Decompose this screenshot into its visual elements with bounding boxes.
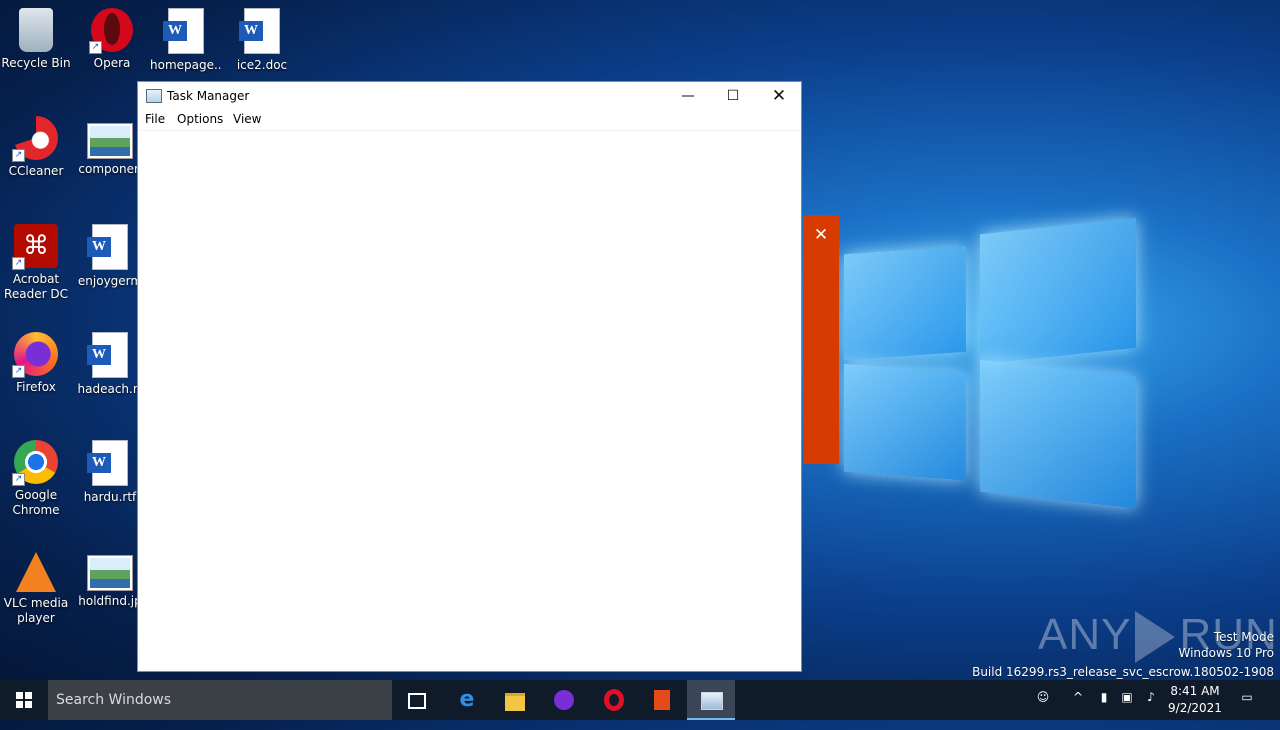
taskbar-file-explorer[interactable] (491, 680, 539, 720)
desktop-icon-ice2[interactable]: W ice2.doc (226, 8, 298, 73)
windows-logo-icon (16, 692, 32, 708)
desktop-icon-label: hardu.rtf (83, 490, 137, 504)
taskbar-task-manager[interactable] (687, 680, 735, 720)
taskbar-edge[interactable]: e (443, 680, 491, 720)
desktop-icon-holdfind[interactable]: holdfind.jp (74, 548, 146, 609)
close-button[interactable]: ✕ (756, 82, 802, 110)
menu-options[interactable]: Options (177, 112, 223, 126)
desktop-icon-label: Recycle Bin (1, 56, 71, 70)
task-view-icon (408, 693, 426, 709)
desktop-icon-vlc[interactable]: VLC media player (0, 548, 72, 626)
desktop-icon-label: ice2.doc (236, 58, 288, 72)
window-title: Task Manager (167, 89, 250, 103)
chevron-up-icon[interactable]: ^ (1068, 690, 1088, 730)
vlc-icon (16, 552, 56, 592)
people-icon[interactable]: ☺ (1030, 690, 1056, 730)
acrobat-icon: ⌘ ↗ (12, 224, 58, 270)
menu-bar: File Options View (138, 110, 801, 131)
office-icon (654, 690, 670, 710)
desktop-icon-homepage[interactable]: W homepage... (150, 8, 222, 73)
test-mode-text: Test Mode (1213, 630, 1274, 644)
window-content-area (138, 131, 801, 671)
opera-icon: ↗ (89, 8, 133, 54)
taskbar: Search Windows e ☺ ^ ▮ ▣ ♪ 8:41 AM 9/2/2… (0, 680, 1280, 720)
image-file-icon (88, 124, 132, 158)
task-manager-icon (146, 89, 162, 103)
desktop-icon-label: homepage... (150, 58, 222, 72)
watermark-logo-left: ANY (1038, 610, 1132, 659)
desktop-icon-acrobat[interactable]: ⌘ ↗ Acrobat Reader DC (0, 224, 72, 302)
taskbar-opera[interactable] (589, 680, 637, 720)
chrome-icon: ↗ (12, 440, 58, 486)
desktop-icon-firefox[interactable]: ↗ Firefox (0, 332, 72, 395)
desktop-icon-hardu[interactable]: W hardu.rtf (74, 440, 146, 505)
clock-time: 8:41 AM (1170, 684, 1220, 698)
desktop-icon-label: CCleaner (8, 164, 64, 178)
desktop-icon-label: componen (78, 162, 142, 176)
build-text: Build 16299.rs3_release_svc_escrow.18050… (972, 665, 1274, 679)
desktop-icon-label: enjoygerm (77, 274, 143, 288)
start-button[interactable] (0, 680, 48, 720)
title-bar[interactable]: Task Manager — ☐ ✕ (138, 82, 801, 110)
task-manager-icon (701, 692, 723, 710)
desktop-icon-chrome[interactable]: ↗ Google Chrome (0, 440, 72, 518)
menu-file[interactable]: File (145, 112, 165, 126)
firefox-icon (554, 690, 574, 710)
network-icon[interactable]: ▣ (1116, 690, 1138, 730)
wallpaper-windows-logo (830, 210, 1150, 510)
search-box[interactable]: Search Windows (48, 680, 392, 720)
taskbar-office[interactable] (638, 680, 686, 720)
search-placeholder: Search Windows (56, 692, 172, 708)
firefox-icon: ↗ (12, 332, 58, 378)
battery-icon[interactable]: ▮ (1094, 690, 1114, 730)
taskbar-firefox[interactable] (540, 680, 588, 720)
side-panel-close-button[interactable]: ✕ (803, 225, 839, 245)
image-file-icon (88, 556, 132, 590)
desktop-icon-label: Opera (93, 56, 131, 70)
desktop-icon-componen[interactable]: componen (74, 116, 146, 177)
folder-icon (505, 693, 525, 711)
minimize-button[interactable]: — (665, 82, 711, 110)
play-icon (1135, 611, 1176, 664)
desktop-icon-label: Firefox (16, 380, 56, 394)
ccleaner-icon: ↗ (12, 116, 58, 162)
desktop-icon-enjoygerm[interactable]: W enjoygerm (74, 224, 146, 289)
windows-edition-text: Windows 10 Pro (1178, 646, 1274, 660)
desktop-icon-hadeach[interactable]: W hadeach.rt (74, 332, 146, 397)
system-clock[interactable]: 8:41 AM 9/2/2021 (1162, 683, 1228, 717)
menu-view[interactable]: View (233, 112, 261, 126)
desktop-icon-ccleaner[interactable]: ↗ CCleaner (0, 116, 72, 179)
volume-icon[interactable]: ♪ (1140, 690, 1162, 730)
word-document-icon: W (87, 224, 128, 270)
opera-icon (604, 689, 624, 711)
word-document-icon: W (87, 332, 128, 378)
desktop-icon-label: hadeach.rt (77, 382, 143, 396)
side-panel: ✕ (803, 215, 839, 464)
desktop-icon-label: VLC media player (3, 596, 69, 625)
task-manager-window[interactable]: Task Manager — ☐ ✕ File Options View (137, 81, 802, 672)
desktop-icon-opera[interactable]: ↗ Opera (76, 8, 148, 71)
desktop-icon-label: Acrobat Reader DC (4, 272, 68, 301)
task-view-button[interactable] (392, 680, 440, 720)
word-document-icon: W (163, 8, 204, 54)
maximize-button[interactable]: ☐ (710, 82, 756, 110)
word-document-icon: W (87, 440, 128, 486)
clock-date: 9/2/2021 (1168, 701, 1222, 715)
desktop-icon-label: Google Chrome (12, 488, 60, 517)
edge-icon: e (459, 687, 475, 712)
recycle-bin-icon (19, 8, 53, 52)
desktop-icon-recycle-bin[interactable]: Recycle Bin (0, 8, 72, 71)
word-document-icon: W (239, 8, 280, 54)
desktop-icon-label: holdfind.jp (78, 594, 142, 608)
notifications-icon[interactable]: ▭ (1234, 690, 1260, 730)
